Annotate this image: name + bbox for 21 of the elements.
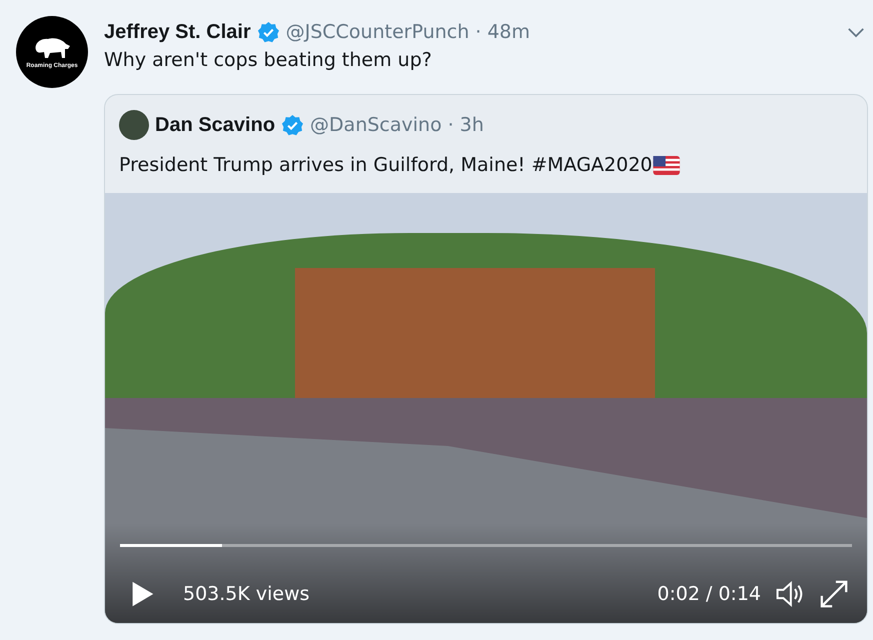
quoted-tweet-card[interactable]: Dan Scavino @DanScavino · 3h President Trump arrives in Guilford, Maine! #MAGA2020 503.5K views 0:02 / 0:14 [104, 94, 868, 624]
elapsed-time: 0:02 [657, 583, 700, 605]
view-count: 503.5K views [183, 583, 310, 605]
flag-icon [653, 156, 680, 174]
author-name[interactable]: Jeffrey St. Clair [104, 20, 251, 44]
duration: 0:14 [718, 583, 761, 605]
separator-dot: · [448, 114, 454, 136]
fullscreen-icon[interactable] [819, 579, 849, 609]
author-name[interactable]: Dan Scavino [155, 114, 276, 136]
tweet-text: Why aren't cops beating them up? [104, 49, 433, 73]
time-divider: / [706, 583, 712, 605]
tweet-text: President Trump arrives in Guilford, Maine! #MAGA2020 [119, 154, 652, 176]
separator-dot: · [475, 21, 482, 43]
tweet-time[interactable]: 3h [460, 114, 484, 136]
author-handle[interactable]: @JSCCounterPunch [286, 21, 470, 43]
avatar[interactable] [119, 110, 149, 140]
chevron-down-icon[interactable] [847, 26, 865, 38]
author-handle[interactable]: @DanScavino [310, 114, 442, 136]
volume-icon[interactable] [775, 579, 805, 609]
video-player[interactable]: 503.5K views 0:02 / 0:14 [105, 193, 867, 623]
tweet-time[interactable]: 48m [487, 21, 530, 43]
